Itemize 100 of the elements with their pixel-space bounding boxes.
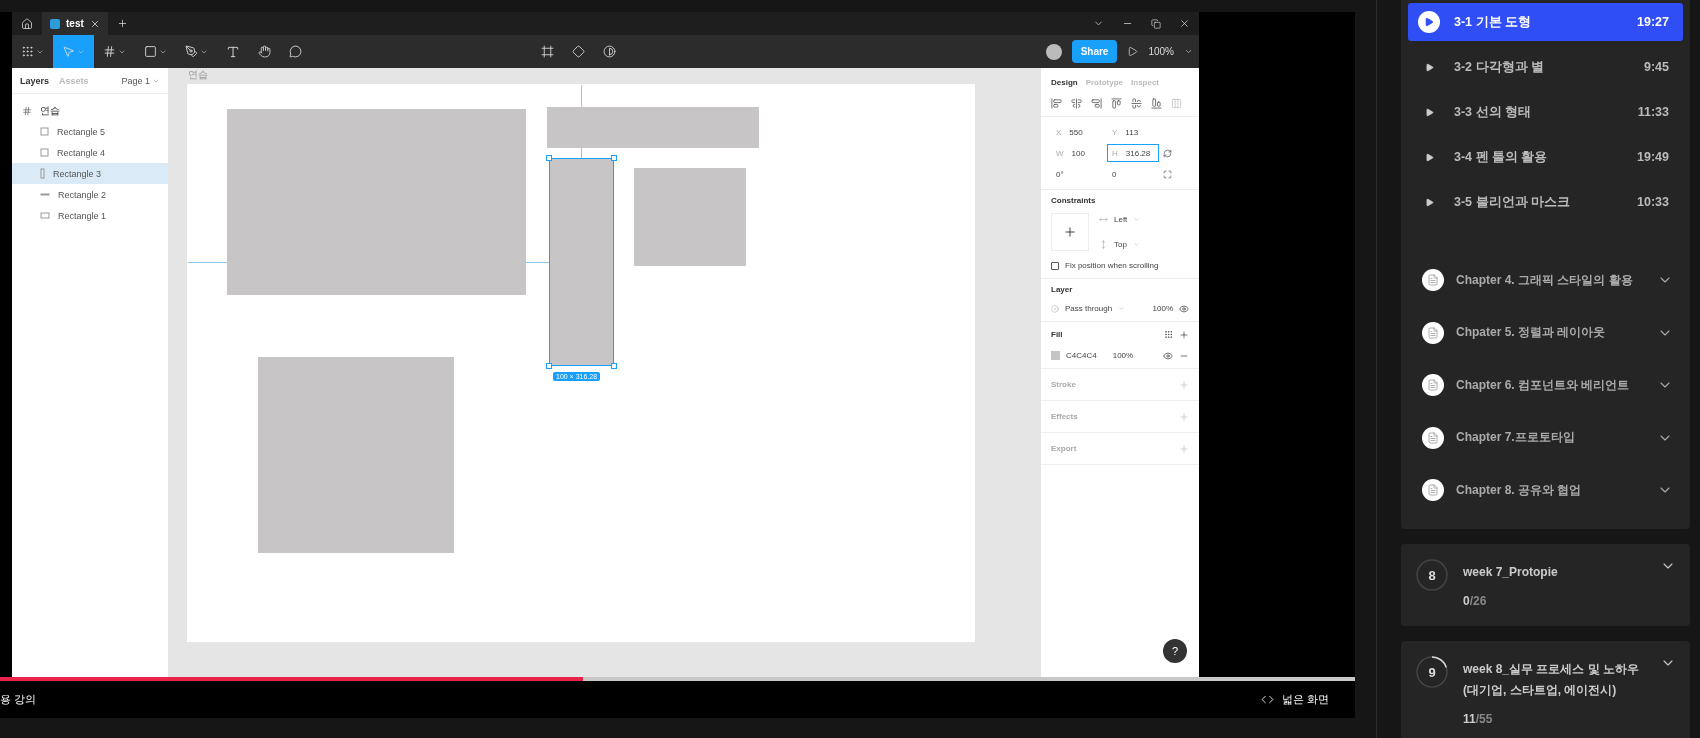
rectangle-icon — [40, 212, 50, 219]
layer-item[interactable]: Rectangle 4 — [12, 142, 168, 163]
document-icon[interactable] — [1427, 379, 1439, 392]
lecture-label: 용 강의 — [0, 692, 37, 707]
progress-ring — [1416, 558, 1448, 591]
document-icon[interactable] — [1427, 431, 1439, 444]
section-title: Effects — [1051, 412, 1078, 421]
section-title: Export — [1051, 444, 1077, 453]
week-title: week 7_Protopie — [1463, 563, 1559, 581]
text-icon[interactable] — [226, 44, 240, 59]
hex-value[interactable]: C4C4C4 — [1066, 351, 1097, 360]
progress-ring — [1416, 655, 1448, 688]
panel-tab[interactable]: Layers — [20, 75, 50, 86]
close-icon[interactable] — [89, 18, 100, 29]
chapter-item[interactable]: Chapter 8. 공유와 협업 — [1408, 464, 1683, 517]
panel-tab[interactable]: Design — [1051, 78, 1078, 87]
document-icon[interactable] — [1427, 274, 1439, 287]
position-field[interactable]: X 550 — [1051, 123, 1103, 141]
size-field[interactable]: W 100 — [1051, 144, 1103, 162]
blend-dropdown[interactable]: Pass through — [1065, 304, 1113, 313]
checkbox[interactable] — [1051, 261, 1059, 270]
frame-label: 연습 — [188, 69, 208, 81]
styles-icon[interactable] — [1164, 330, 1173, 339]
lesson-item[interactable]: 3-4 펜 툴의 활용 19:49 — [1408, 138, 1683, 176]
caret-icon[interactable] — [1184, 47, 1193, 56]
lesson-item[interactable]: 3-5 불리언과 마스크 10:33 — [1408, 183, 1683, 221]
play-icon[interactable] — [1424, 197, 1434, 207]
progress-bar[interactable] — [0, 677, 1355, 681]
opacity-value[interactable]: 100% — [1152, 304, 1173, 313]
avatar[interactable] — [1045, 43, 1062, 60]
section-title: Fill — [1051, 330, 1063, 339]
constraint-dropdown[interactable]: Left — [1114, 215, 1128, 224]
visibility-icon[interactable] — [1163, 350, 1173, 361]
chapter-item[interactable]: Chapter 7.프로토타입 — [1408, 411, 1683, 464]
align-middle-icon[interactable] — [1131, 98, 1142, 109]
rectangle-icon — [40, 127, 49, 136]
position-field[interactable]: Y 113 — [1107, 123, 1159, 141]
section-title: Stroke — [1051, 380, 1076, 389]
plus-icon[interactable] — [116, 18, 128, 29]
layer-item[interactable]: Rectangle 2 — [12, 184, 168, 205]
layer-name[interactable]: 연습 — [40, 103, 60, 118]
section-title: Layer — [1051, 285, 1074, 294]
layer-item[interactable]: Rectangle 5 — [12, 121, 168, 142]
align-right-icon[interactable] — [1091, 98, 1102, 109]
align-bottom-icon[interactable] — [1151, 98, 1162, 109]
size-field[interactable]: H 316.28 — [1107, 144, 1159, 162]
lesson-item[interactable]: 3-1 기본 도형 19:27 — [1408, 3, 1683, 41]
rectangle-icon — [40, 168, 45, 179]
close-icon[interactable] — [1179, 18, 1190, 29]
radius-field[interactable]: 0 — [1107, 165, 1159, 183]
constraint-dropdown[interactable]: Top — [1114, 240, 1127, 249]
progress-count: 11/55 — [1463, 710, 1494, 728]
wide-screen-icon[interactable] — [1260, 693, 1274, 706]
align-center-icon[interactable] — [1071, 98, 1082, 109]
lesson-item[interactable]: 3-3 선의 형태 11:33 — [1408, 93, 1683, 131]
week-title: week 8_실무 프로세스 및 노하우 (대기업, 스타트업, 에이전시) — [1463, 660, 1641, 699]
play-icon[interactable] — [1127, 46, 1139, 57]
checkbox-label: Fix position when scrolling — [1065, 261, 1159, 270]
opacity-value[interactable]: 100% — [1112, 351, 1134, 360]
color-swatch[interactable] — [1051, 351, 1060, 360]
section-title: Constraints — [1051, 196, 1097, 205]
layer-item[interactable]: Rectangle 1 — [12, 205, 168, 226]
zoom-dropdown[interactable]: 100% — [1138, 46, 1184, 57]
add-icon[interactable] — [1179, 329, 1189, 340]
contrast-icon[interactable] — [603, 45, 616, 58]
week-card[interactable]: 8 week 7_Protopie 0/26 — [1401, 543, 1690, 626]
document-icon[interactable] — [1427, 326, 1439, 339]
pen-icon[interactable] — [185, 45, 198, 58]
page-dropdown[interactable]: Page 1 — [121, 75, 150, 86]
hand-icon[interactable] — [258, 45, 271, 58]
chapter-item[interactable]: Chapter 4. 그래픽 스타일의 활용 — [1408, 254, 1683, 307]
restore-icon[interactable] — [1151, 18, 1161, 29]
week-number: 9 — [1428, 664, 1436, 680]
play-icon[interactable] — [1424, 152, 1434, 162]
play-icon[interactable] — [1424, 107, 1434, 117]
layer-item[interactable]: Rectangle 3 — [12, 163, 168, 184]
document-icon[interactable] — [1427, 484, 1439, 497]
progress-count: 0/26 — [1463, 592, 1488, 610]
wide-screen-button[interactable]: 넓은 화면 — [1254, 691, 1335, 708]
constrain-proportions-icon[interactable] — [1163, 148, 1172, 158]
chapter-item[interactable]: Chapter 6. 컴포넌트와 베리언트 — [1408, 359, 1683, 412]
align-left-icon[interactable] — [1051, 98, 1062, 109]
rotation-field[interactable]: 0° — [1051, 165, 1103, 183]
home-icon[interactable] — [21, 17, 33, 30]
comment-icon[interactable] — [289, 45, 302, 58]
align-top-icon[interactable] — [1111, 98, 1122, 109]
rectangle-icon — [40, 148, 49, 157]
file-tab[interactable]: test — [42, 12, 108, 35]
component-icon[interactable] — [572, 45, 585, 58]
chapter-item[interactable]: Chpater 5. 정렬과 레이아웃 — [1408, 306, 1683, 359]
rectangle-icon[interactable] — [144, 45, 157, 58]
frame-icon[interactable] — [22, 105, 32, 116]
week-card[interactable]: 9 week 8_실무 프로세스 및 노하우 (대기업, 스타트업, 에이전시) 11/55 — [1401, 640, 1690, 738]
expand-icon[interactable] — [1163, 169, 1172, 179]
visibility-icon[interactable] — [1179, 303, 1189, 314]
play-icon[interactable] — [1424, 17, 1434, 27]
lesson-item[interactable]: 3-2 다각형과 별 9:45 — [1408, 48, 1683, 86]
week-number: 8 — [1428, 567, 1436, 583]
frame-icon[interactable] — [103, 45, 116, 58]
play-icon[interactable] — [1424, 62, 1434, 72]
